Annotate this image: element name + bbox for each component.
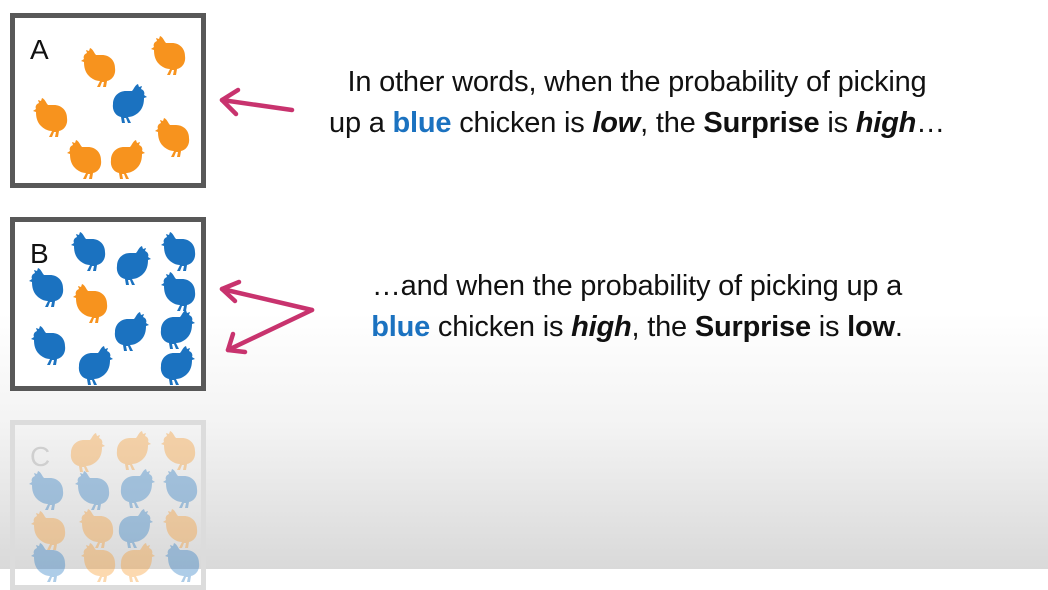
word-low: low	[592, 107, 641, 139]
blue-chicken-icon	[112, 84, 147, 123]
blue-chicken-icon	[75, 471, 110, 510]
orange-chicken-icon	[70, 433, 105, 472]
orange-chicken-icon	[110, 140, 145, 179]
blue-chicken-icon	[71, 232, 106, 271]
word-surprise: Surprise	[703, 107, 820, 139]
blue-chicken-icon	[163, 469, 198, 508]
caption-2-text: , the	[631, 311, 695, 343]
caption-2-text: .	[894, 311, 903, 343]
blue-chicken-icon	[29, 268, 64, 307]
orange-chicken-icon	[33, 98, 68, 137]
blue-chicken-icon	[116, 246, 151, 285]
caption-1-text: up a	[329, 107, 393, 139]
box-b: B	[10, 217, 206, 391]
blue-chicken-icon	[78, 346, 113, 385]
orange-chicken-icon	[120, 543, 155, 582]
orange-chicken-icon	[67, 140, 102, 179]
orange-chicken-icon	[155, 118, 190, 157]
caption-2-line-1: …and when the probability of picking up …	[371, 270, 903, 302]
caption-1-text: chicken is	[451, 107, 593, 139]
blue-chicken-icon	[161, 232, 196, 271]
caption-1-text: is	[819, 107, 856, 139]
caption-low-probability: In other words, when the probability of …	[232, 62, 1042, 144]
box-a: A	[10, 13, 206, 188]
blue-chicken-icon	[160, 346, 195, 385]
caption-1-text: , the	[640, 107, 704, 139]
caption-2-text: is	[810, 311, 848, 343]
blue-chicken-icon	[120, 469, 155, 508]
caption-2-text: chicken is	[430, 311, 572, 343]
box-c-label: C	[30, 441, 51, 472]
word-high: high	[571, 311, 632, 343]
box-c: C	[10, 420, 206, 590]
blue-chicken-icon	[160, 310, 195, 349]
word-surprise: Surprise	[694, 311, 811, 343]
orange-chicken-icon	[81, 48, 116, 87]
orange-chicken-icon	[116, 431, 151, 470]
orange-chicken-icon	[151, 36, 186, 75]
caption-1-line-1: In other words, when the probability of …	[347, 66, 927, 98]
blue-chicken-icon	[29, 471, 64, 510]
box-a-label: A	[30, 34, 49, 65]
word-high: high	[855, 107, 917, 139]
word-blue: blue	[371, 311, 431, 343]
blue-chicken-icon	[161, 272, 196, 311]
orange-chicken-icon	[161, 431, 196, 470]
word-blue: blue	[392, 107, 452, 139]
blue-chicken-icon	[165, 543, 200, 582]
orange-chicken-icon	[73, 284, 108, 323]
caption-1-text: …	[916, 107, 945, 139]
word-low: low	[847, 311, 895, 343]
caption-high-probability: …and when the probability of picking up …	[252, 266, 1022, 348]
blue-chicken-icon	[31, 543, 66, 582]
box-b-label: B	[30, 238, 49, 269]
blue-chicken-icon	[31, 326, 66, 365]
